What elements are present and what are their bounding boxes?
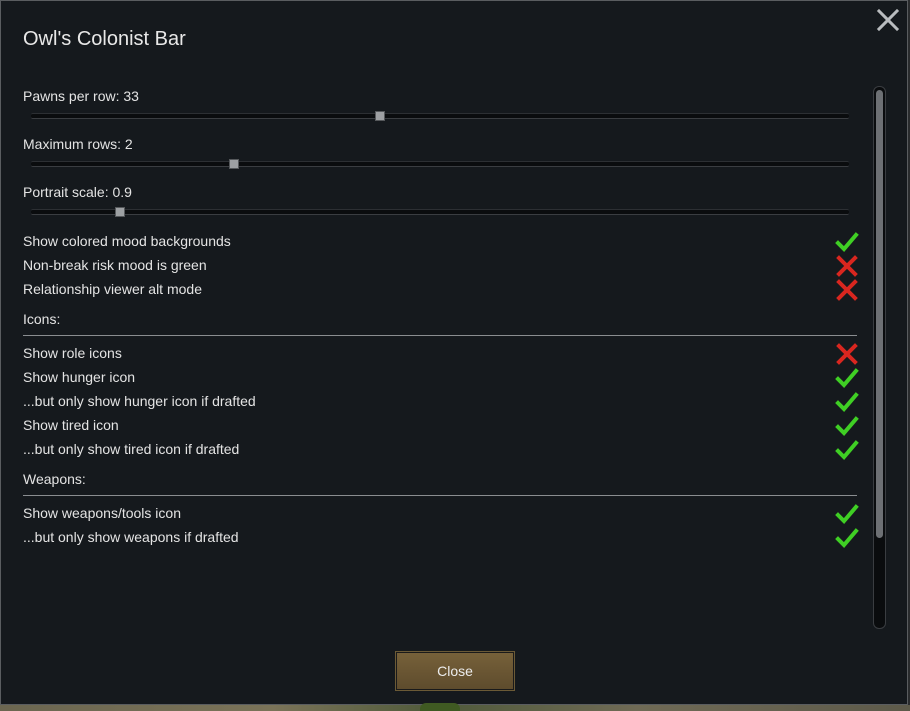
toggle-row: Show colored mood backgrounds <box>23 229 859 253</box>
settings-content: Pawns per row: 33 Maximum rows: 2 Portra… <box>23 85 859 549</box>
toggle-label: ...but only show hunger icon if drafted <box>23 393 256 409</box>
toggle-label: Show colored mood backgrounds <box>23 233 231 249</box>
slider-label: Maximum rows: 2 <box>23 136 133 152</box>
slider-track[interactable] <box>31 111 849 121</box>
toggle-label: Show tired icon <box>23 417 119 433</box>
dialog-title: Owl's Colonist Bar <box>23 28 186 50</box>
slider-label: Portrait scale: 0.9 <box>23 184 132 200</box>
game-background-foliage <box>420 703 460 711</box>
check-icon <box>835 416 859 436</box>
check-icon <box>835 392 859 412</box>
cross-icon <box>836 255 858 277</box>
toggle-row: Show tired icon <box>23 413 859 437</box>
cross-icon <box>836 343 858 365</box>
weapons-toggles: Show weapons/tools icon ...but only show… <box>23 501 859 549</box>
slider-maximum-rows: Maximum rows: 2 <box>23 133 859 181</box>
toggle-row: Relationship viewer alt mode <box>23 277 859 301</box>
check-icon <box>835 368 859 388</box>
slider-label: Pawns per row: 33 <box>23 88 139 104</box>
checkbox-checked[interactable] <box>835 414 859 438</box>
toggle-label: ...but only show weapons if drafted <box>23 529 239 545</box>
toggle-row: Show weapons/tools icon <box>23 501 859 525</box>
toggle-row: Show hunger icon <box>23 365 859 389</box>
toggle-row: Non-break risk mood is green <box>23 253 859 277</box>
checkbox-unchecked[interactable] <box>835 254 859 278</box>
slider-thumb[interactable] <box>115 207 126 217</box>
section-label: Weapons: <box>23 471 86 487</box>
toggle-label: Non-break risk mood is green <box>23 257 207 273</box>
checkbox-checked[interactable] <box>835 390 859 414</box>
checkbox-checked[interactable] <box>835 366 859 390</box>
toggle-row: ...but only show weapons if drafted <box>23 525 859 549</box>
section-divider <box>23 495 857 496</box>
vertical-scrollbar[interactable] <box>873 86 886 629</box>
general-toggles: Show colored mood backgrounds Non-break … <box>23 229 859 301</box>
toggle-label: Relationship viewer alt mode <box>23 281 202 297</box>
slider-pawns-per-row: Pawns per row: 33 <box>23 85 859 133</box>
slider-track[interactable] <box>31 207 849 217</box>
section-label: Icons: <box>23 311 61 327</box>
toggle-label: Show hunger icon <box>23 369 136 385</box>
section-header-icons: Icons: <box>23 301 859 337</box>
checkbox-checked[interactable] <box>835 526 859 550</box>
toggle-label: ...but only show tired icon if drafted <box>23 441 240 457</box>
section-header-weapons: Weapons: <box>23 461 859 497</box>
check-icon <box>835 528 859 548</box>
slider-thumb[interactable] <box>374 111 385 121</box>
toggle-row: ...but only show tired icon if drafted <box>23 437 859 461</box>
toggle-row: ...but only show hunger icon if drafted <box>23 389 859 413</box>
check-icon <box>835 440 859 460</box>
cross-icon <box>836 279 858 301</box>
check-icon <box>835 232 859 252</box>
toggle-row: Show role icons <box>23 341 859 365</box>
checkbox-checked[interactable] <box>835 502 859 526</box>
checkbox-checked[interactable] <box>835 438 859 462</box>
slider-thumb[interactable] <box>229 159 240 169</box>
icons-toggles: Show role icons Show hunger icon ...but … <box>23 341 859 461</box>
scrollbar-thumb[interactable] <box>876 90 883 538</box>
toggle-label: Show role icons <box>23 345 122 361</box>
mod-settings-dialog: Owl's Colonist Bar Pawns per row: 33 Max… <box>0 0 908 705</box>
close-button[interactable]: Close <box>395 651 515 691</box>
toggle-label: Show weapons/tools icon <box>23 505 181 521</box>
checkbox-checked[interactable] <box>835 230 859 254</box>
check-icon <box>835 504 859 524</box>
section-divider <box>23 335 857 336</box>
checkbox-unchecked[interactable] <box>835 342 859 366</box>
close-icon[interactable] <box>875 7 901 33</box>
slider-track[interactable] <box>31 159 849 169</box>
checkbox-unchecked[interactable] <box>835 278 859 302</box>
slider-portrait-scale: Portrait scale: 0.9 <box>23 181 859 229</box>
